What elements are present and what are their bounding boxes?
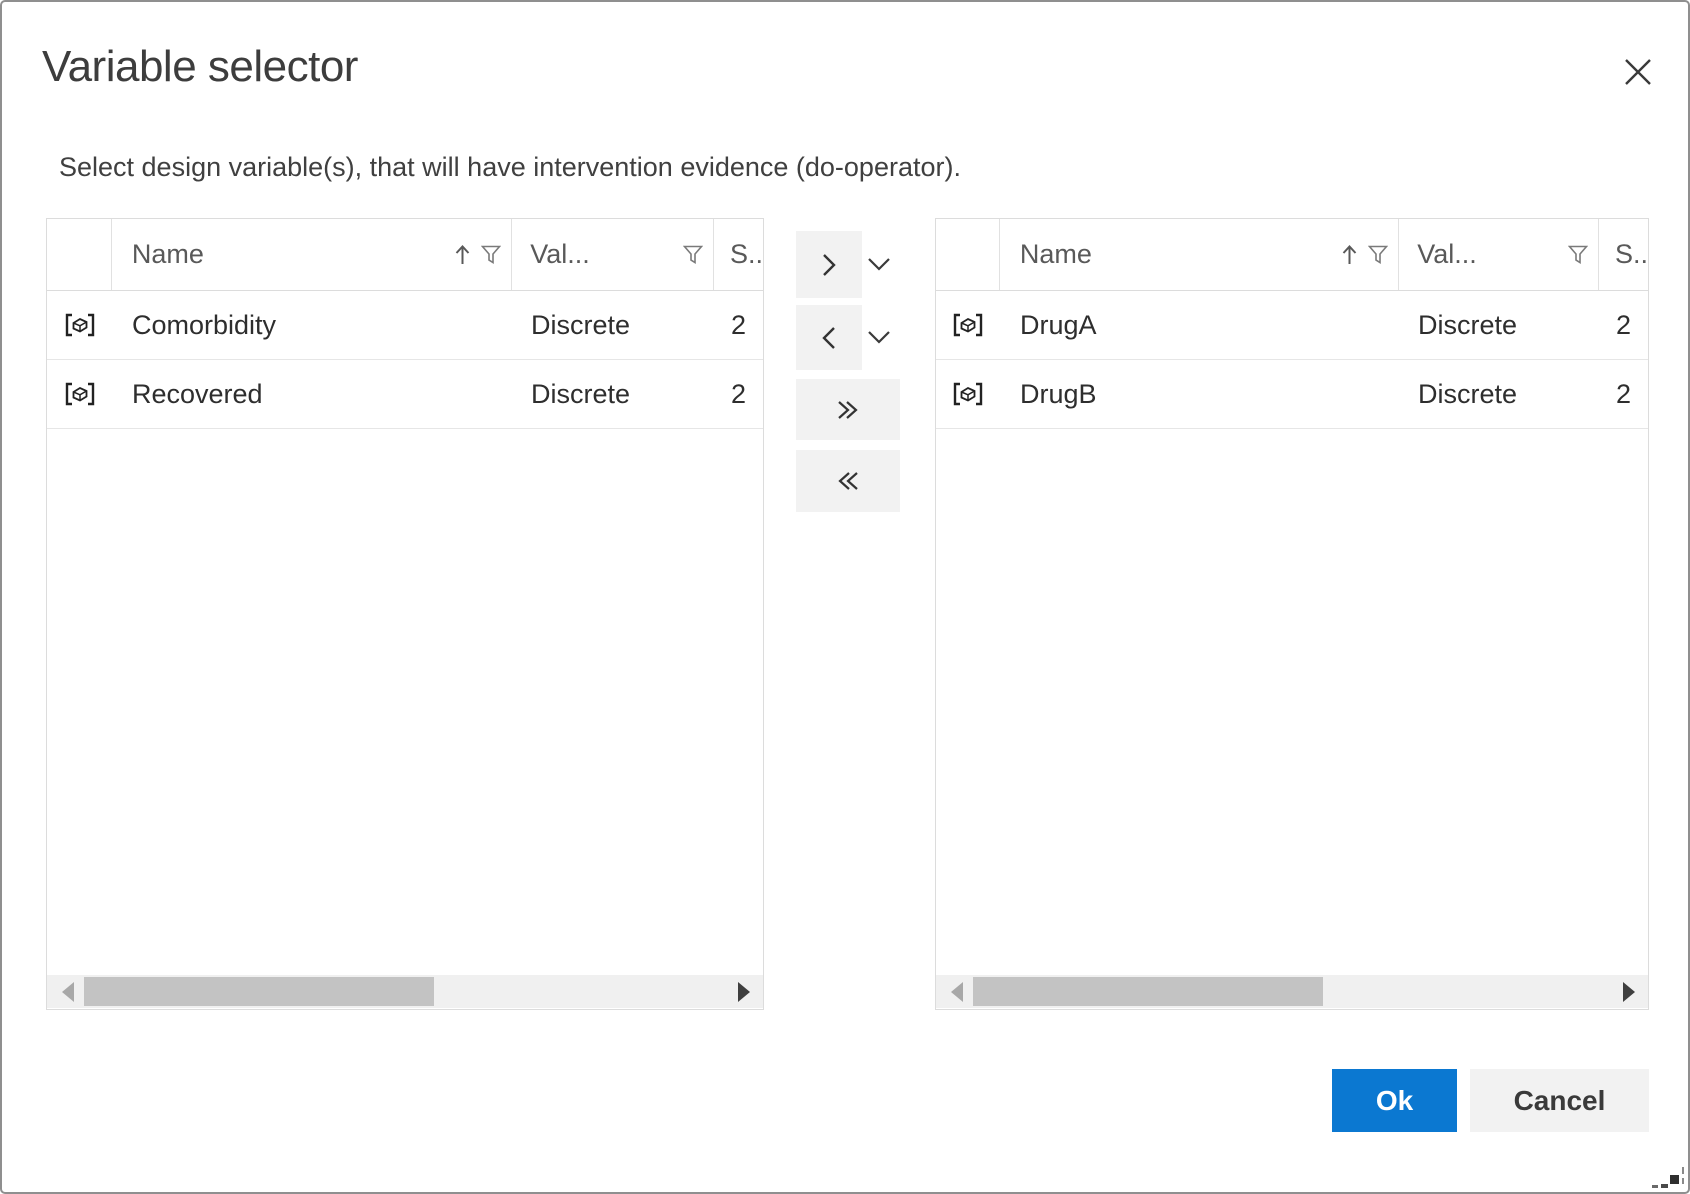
value-type-column-label: Val...: [1417, 239, 1477, 270]
dialog-title: Variable selector: [42, 42, 358, 92]
available-variables-table: Name Val... S..: [46, 218, 764, 1010]
scroll-right-arrow[interactable]: [738, 982, 750, 1002]
variable-name: DrugA: [1000, 291, 1400, 359]
table-row[interactable]: Comorbidity Discrete 2: [47, 291, 763, 360]
row-icon-cell: [47, 360, 112, 428]
node-variable-icon: [64, 381, 96, 407]
scroll-left-arrow[interactable]: [62, 982, 74, 1002]
ok-button[interactable]: Ok: [1332, 1069, 1457, 1132]
name-column-label: Name: [132, 239, 204, 270]
states-column-label: S..: [730, 239, 763, 270]
sort-ascending-icon[interactable]: [1341, 243, 1358, 267]
sort-ascending-icon[interactable]: [454, 243, 471, 267]
close-button[interactable]: [1618, 52, 1658, 92]
node-variable-icon: [952, 381, 984, 407]
row-icon-cell: [936, 360, 1000, 428]
horizontal-scrollbar[interactable]: [936, 975, 1648, 1008]
variable-value-type: Discrete: [513, 291, 715, 359]
variable-value-type: Discrete: [1400, 291, 1600, 359]
filter-icon[interactable]: [1368, 245, 1388, 265]
table-header: Name Val... S..: [47, 219, 763, 291]
move-left-dropdown[interactable]: [866, 329, 892, 345]
name-column-header[interactable]: Name: [1000, 219, 1399, 290]
table-row[interactable]: Recovered Discrete 2: [47, 360, 763, 429]
node-variable-icon: [64, 312, 96, 338]
value-type-column-label: Val...: [530, 239, 590, 270]
variable-name: Comorbidity: [112, 291, 513, 359]
chevron-left-icon: [817, 325, 841, 351]
filter-icon[interactable]: [481, 245, 501, 265]
scrollbar-thumb[interactable]: [84, 977, 434, 1006]
double-chevron-right-icon: [833, 397, 863, 423]
filter-icon[interactable]: [1568, 245, 1588, 265]
icon-column-header: [936, 219, 1000, 290]
table-header: Name Val... S..: [936, 219, 1648, 291]
close-icon: [1622, 56, 1654, 88]
states-column-header[interactable]: S..: [714, 219, 763, 290]
scrollbar-thumb[interactable]: [973, 977, 1323, 1006]
variable-name: DrugB: [1000, 360, 1400, 428]
move-all-right-button[interactable]: [796, 379, 900, 440]
table-row[interactable]: DrugB Discrete 2: [936, 360, 1648, 429]
variable-states: 2: [1600, 291, 1648, 359]
scroll-right-arrow[interactable]: [1623, 982, 1635, 1002]
double-chevron-left-icon: [833, 468, 863, 494]
variable-value-type: Discrete: [513, 360, 715, 428]
name-column-label: Name: [1020, 239, 1092, 270]
icon-column-header: [47, 219, 112, 290]
value-type-column-header[interactable]: Val...: [512, 219, 714, 290]
variable-states: 2: [715, 291, 763, 359]
horizontal-scrollbar[interactable]: [47, 975, 763, 1008]
selected-variables-table: Name Val... S..: [935, 218, 1649, 1010]
filter-icon[interactable]: [683, 245, 703, 265]
chevron-right-icon: [817, 252, 841, 278]
resize-grip[interactable]: [1648, 1164, 1684, 1190]
name-column-header[interactable]: Name: [112, 219, 512, 290]
variable-states: 2: [715, 360, 763, 428]
variable-selector-dialog: Variable selector Select design variable…: [0, 0, 1690, 1194]
table-row[interactable]: DrugA Discrete 2: [936, 291, 1648, 360]
move-right-button[interactable]: [796, 231, 862, 298]
scroll-left-arrow[interactable]: [951, 982, 963, 1002]
row-icon-cell: [936, 291, 1000, 359]
variable-name: Recovered: [112, 360, 513, 428]
states-column-label: S..: [1615, 239, 1648, 270]
move-left-button[interactable]: [796, 305, 862, 370]
states-column-header[interactable]: S..: [1599, 219, 1648, 290]
cancel-button[interactable]: Cancel: [1470, 1069, 1649, 1132]
variable-states: 2: [1600, 360, 1648, 428]
variable-value-type: Discrete: [1400, 360, 1600, 428]
value-type-column-header[interactable]: Val...: [1399, 219, 1599, 290]
move-right-dropdown[interactable]: [866, 256, 892, 272]
move-all-left-button[interactable]: [796, 450, 900, 512]
dialog-description: Select design variable(s), that will hav…: [59, 152, 961, 183]
row-icon-cell: [47, 291, 112, 359]
node-variable-icon: [952, 312, 984, 338]
